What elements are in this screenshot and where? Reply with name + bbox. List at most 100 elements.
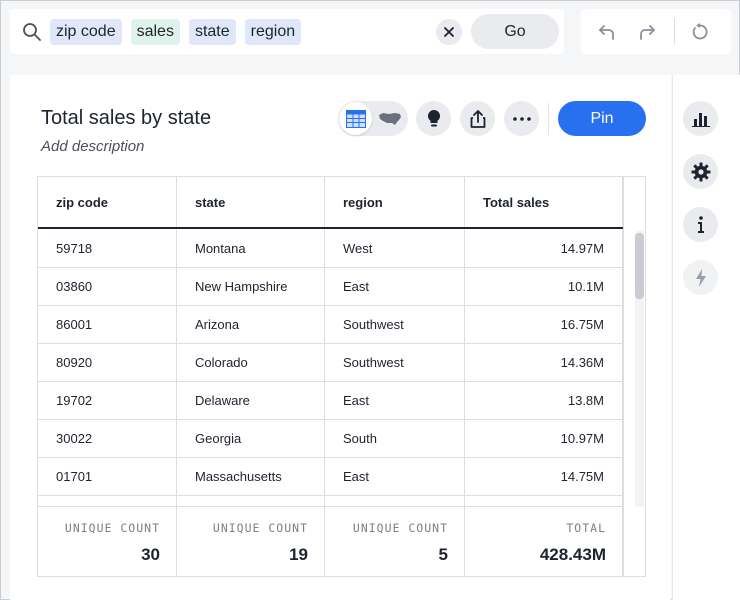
footer-value: 30 <box>141 545 160 564</box>
table-footer: UNIQUE COUNT 30 UNIQUE COUNT 19 UNIQUE C… <box>38 506 623 576</box>
table-row[interactable]: 03860 New Hampshire East 10.1M <box>38 268 623 306</box>
column-header-zip-code[interactable]: zip code <box>38 177 177 227</box>
table-row[interactable]: 19702 Delaware East 13.8M <box>38 382 623 420</box>
map-view-button[interactable] <box>373 102 406 135</box>
table-row-partial <box>38 496 623 506</box>
data-table: zip code state region Total sales 59718 … <box>37 176 646 577</box>
cell-state: Massachusetts <box>177 458 325 495</box>
insights-button[interactable] <box>416 101 451 136</box>
share-button[interactable] <box>460 101 495 136</box>
cell-total-sales: 10.97M <box>465 420 623 457</box>
cell-state: Montana <box>177 230 325 267</box>
history-controls <box>581 9 731 54</box>
spotiq-button[interactable] <box>683 260 718 295</box>
redo-button[interactable] <box>636 21 658 43</box>
cell-region: South <box>325 420 465 457</box>
cell-total-sales: 10.1M <box>465 268 623 305</box>
column-header-region[interactable]: region <box>325 177 465 227</box>
info-button[interactable] <box>683 207 718 242</box>
footer-label: UNIQUE COUNT <box>352 521 448 535</box>
cell-region: East <box>325 458 465 495</box>
viz-toggle[interactable] <box>338 101 408 136</box>
reset-icon <box>692 23 708 40</box>
footer-value: 428.43M <box>539 545 606 564</box>
cell-empty <box>465 496 623 506</box>
cell-state: New Hampshire <box>177 268 325 305</box>
chart-config-button[interactable] <box>683 101 718 136</box>
footer-label: UNIQUE COUNT <box>212 521 308 535</box>
cell-region: East <box>325 268 465 305</box>
answer-panel: Total sales by state Add description Pin <box>10 75 671 600</box>
toolbar-divider <box>548 103 549 135</box>
search-token-state[interactable]: state <box>188 18 236 45</box>
undo-icon <box>599 25 614 40</box>
cell-zip-code: 19702 <box>38 382 177 419</box>
cell-total-sales: 13.8M <box>465 382 623 419</box>
cell-zip-code: 03860 <box>38 268 177 305</box>
footer-label: TOTAL <box>566 521 606 535</box>
cell-state: Arizona <box>177 306 325 343</box>
table-row[interactable]: 86001 Arizona Southwest 16.75M <box>38 306 623 344</box>
search-token-sales[interactable]: sales <box>130 18 180 45</box>
cell-zip-code: 80920 <box>38 344 177 381</box>
table-row[interactable]: 01701 Massachusetts East 14.75M <box>38 458 623 496</box>
table-row[interactable]: 59718 Montana West 14.97M <box>38 230 623 268</box>
footer-label: UNIQUE COUNT <box>64 521 160 535</box>
more-button[interactable] <box>504 101 539 136</box>
chart-icon <box>691 112 710 127</box>
cell-region: Southwest <box>325 306 465 343</box>
cell-total-sales: 14.36M <box>465 344 623 381</box>
cell-total-sales: 14.97M <box>465 230 623 267</box>
cell-empty <box>38 496 177 506</box>
cell-empty <box>177 496 325 506</box>
column-header-state[interactable]: state <box>177 177 325 227</box>
cell-state: Delaware <box>177 382 325 419</box>
table-row[interactable]: 80920 Colorado Southwest 14.36M <box>38 344 623 382</box>
cell-zip-code: 01701 <box>38 458 177 495</box>
go-button[interactable]: Go <box>471 14 559 49</box>
footer-region: UNIQUE COUNT 5 <box>325 507 465 576</box>
table-body: 59718 Montana West 14.97M 03860 New Hamp… <box>38 230 623 506</box>
column-header-total-sales[interactable]: Total sales <box>465 177 623 227</box>
lightning-icon <box>695 268 706 287</box>
table-scrollbar[interactable] <box>635 231 644 507</box>
footer-value: 5 <box>438 545 448 564</box>
table-row[interactable]: 30022 Georgia South 10.97M <box>38 420 623 458</box>
gear-icon <box>691 162 710 181</box>
cell-zip-code: 30022 <box>38 420 177 457</box>
search-token-zip-code[interactable]: zip code <box>50 18 122 45</box>
table-view-button[interactable] <box>339 102 372 135</box>
cell-state: Georgia <box>177 420 325 457</box>
cell-region: West <box>325 230 465 267</box>
answer-title[interactable]: Total sales by state <box>41 107 211 130</box>
close-icon <box>444 27 454 37</box>
redo-icon <box>640 25 655 40</box>
pin-button[interactable]: Pin <box>558 101 646 136</box>
answer-description[interactable]: Add description <box>41 138 144 155</box>
footer-value: 19 <box>289 545 308 564</box>
table-icon <box>345 109 366 128</box>
search-icon <box>22 22 42 42</box>
lightbulb-icon <box>427 109 440 126</box>
history-divider <box>674 18 675 45</box>
footer-total-sales: TOTAL 428.43M <box>465 507 623 576</box>
footer-zip-code: UNIQUE COUNT 30 <box>38 507 177 576</box>
scrollbar-thumb[interactable] <box>635 233 644 299</box>
reset-button[interactable] <box>689 21 711 43</box>
cell-state: Colorado <box>177 344 325 381</box>
undo-button[interactable] <box>596 21 618 43</box>
cell-total-sales: 16.75M <box>465 306 623 343</box>
settings-button[interactable] <box>683 154 718 189</box>
cell-zip-code: 59718 <box>38 230 177 267</box>
more-icon <box>512 116 531 121</box>
share-icon <box>470 109 485 128</box>
cell-region: Southwest <box>325 344 465 381</box>
table-header: zip code state region Total sales <box>38 177 623 229</box>
clear-search-button[interactable] <box>436 19 462 45</box>
search-token-region[interactable]: region <box>244 18 302 45</box>
info-icon <box>697 215 704 233</box>
cell-zip-code: 86001 <box>38 306 177 343</box>
cell-total-sales: 14.75M <box>465 458 623 495</box>
map-icon <box>378 112 401 125</box>
search-bar[interactable]: zip code sales state region Go <box>10 9 564 54</box>
